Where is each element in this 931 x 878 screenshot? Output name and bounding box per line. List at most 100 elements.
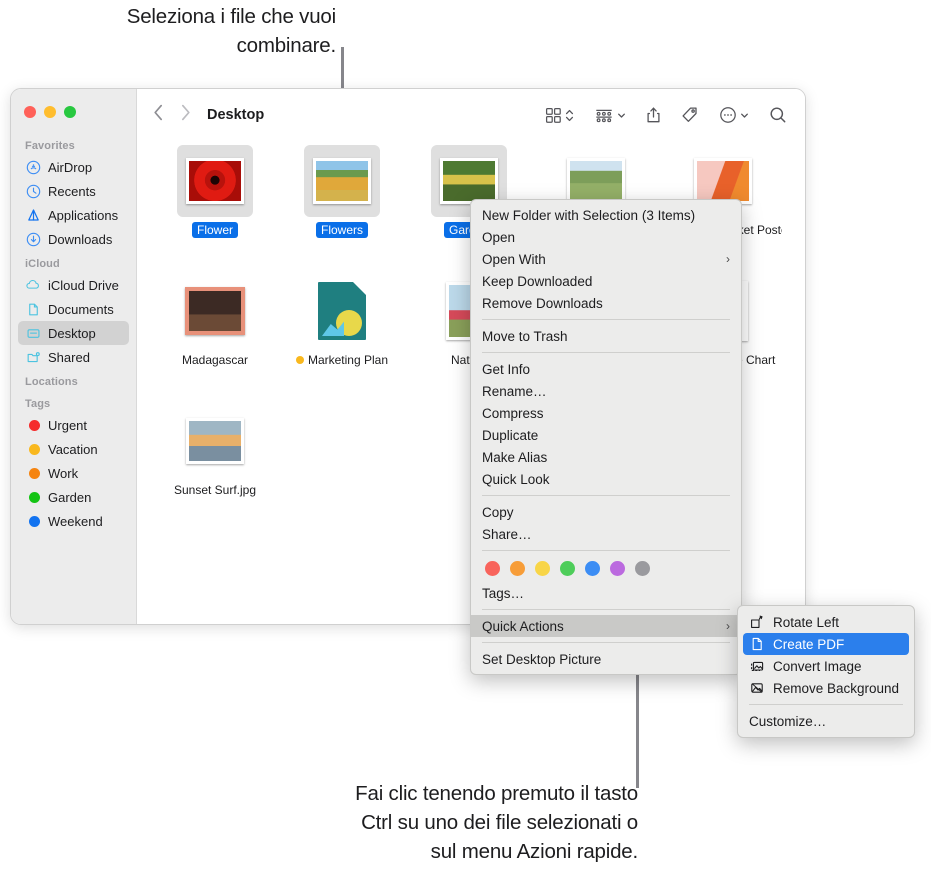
icon-view-button[interactable] — [545, 107, 574, 124]
search-icon[interactable] — [769, 106, 787, 124]
sidebar-item-label: AirDrop — [48, 159, 93, 175]
file-item[interactable]: Flower — [151, 145, 279, 243]
tag-swatch-yellow[interactable] — [535, 561, 550, 576]
menu-item-set-desktop-picture[interactable]: Set Desktop Picture — [471, 648, 741, 670]
menu-separator — [482, 550, 730, 551]
sidebar-item-icloud-drive[interactable]: iCloud Drive — [18, 273, 129, 297]
tag-swatch-gray[interactable] — [635, 561, 650, 576]
file-thumbnail — [177, 275, 253, 347]
sidebar-item-label: iCloud Drive — [48, 277, 119, 293]
submenu-item-label: Remove Background — [773, 680, 900, 696]
toolbar-actions — [545, 106, 787, 124]
menu-item-share[interactable]: Share… — [471, 523, 741, 545]
downloads-icon — [25, 231, 41, 247]
file-thumbnail — [304, 275, 380, 347]
file-item[interactable]: Sunset Surf.jpg — [151, 405, 279, 503]
chevron-right-icon: › — [726, 252, 730, 266]
file-label[interactable]: Flower — [191, 222, 238, 238]
chevron-right-icon: › — [726, 619, 730, 633]
document-icon — [25, 301, 41, 317]
sidebar-item-label: Shared — [48, 349, 90, 365]
sidebar-group-icloud-title: iCloud — [25, 258, 60, 270]
rotate-left-icon — [749, 615, 765, 629]
menu-item-tags[interactable]: Tags… — [471, 582, 741, 604]
finder-toolbar: Desktop — [137, 89, 805, 141]
menu-item-rename[interactable]: Rename… — [471, 380, 741, 402]
submenu-item-label: Create PDF — [773, 636, 845, 652]
tag-dot-icon — [25, 513, 41, 529]
menu-item-get-info[interactable]: Get Info — [471, 358, 741, 380]
minimize-button[interactable] — [44, 106, 56, 118]
back-button[interactable] — [153, 104, 164, 126]
menu-item-duplicate[interactable]: Duplicate — [471, 424, 741, 446]
finder-sidebar: Favorites AirDrop Recents Applications D… — [11, 89, 137, 624]
file-label[interactable]: Flowers — [315, 222, 368, 238]
submenu-item-customize[interactable]: Customize… — [743, 710, 909, 732]
applications-icon — [25, 207, 41, 223]
menu-item-quick-look[interactable]: Quick Look — [471, 468, 741, 490]
sidebar-item-tag-garden[interactable]: Garden — [18, 485, 129, 509]
close-button[interactable] — [24, 106, 36, 118]
submenu-item-remove-background[interactable]: Remove Background — [743, 677, 909, 699]
menu-item-compress[interactable]: Compress — [471, 402, 741, 424]
submenu-item-create-pdf[interactable]: Create PDF — [743, 633, 909, 655]
sidebar-item-airdrop[interactable]: AirDrop — [18, 155, 129, 179]
sidebar-item-tag-urgent[interactable]: Urgent — [18, 413, 129, 437]
menu-item-move-to-trash[interactable]: Move to Trash — [471, 325, 741, 347]
tag-swatch-purple[interactable] — [610, 561, 625, 576]
tag-dot-icon — [25, 465, 41, 481]
tag-icon[interactable] — [681, 106, 699, 124]
menu-separator — [482, 495, 730, 496]
sidebar-item-desktop[interactable]: Desktop — [18, 321, 129, 345]
share-button[interactable] — [646, 106, 661, 124]
menu-item-remove-downloads[interactable]: Remove Downloads — [471, 292, 741, 314]
nav-buttons — [153, 104, 191, 126]
forward-button[interactable] — [180, 104, 191, 126]
tag-swatch-green[interactable] — [560, 561, 575, 576]
sidebar-item-applications[interactable]: Applications — [18, 203, 129, 227]
sidebar-item-downloads[interactable]: Downloads — [18, 227, 129, 251]
desktop-icon — [25, 325, 41, 341]
tag-dot-icon — [25, 441, 41, 457]
sidebar-item-tag-work[interactable]: Work — [18, 461, 129, 485]
sidebar-item-documents[interactable]: Documents — [18, 297, 129, 321]
shared-folder-icon — [25, 349, 41, 365]
submenu-item-rotate-left[interactable]: Rotate Left — [743, 611, 909, 633]
breadcrumb[interactable]: Desktop — [207, 107, 264, 123]
sidebar-item-recents[interactable]: Recents — [18, 179, 129, 203]
tag-swatch-orange[interactable] — [510, 561, 525, 576]
group-by-button[interactable] — [594, 107, 626, 124]
airdrop-icon — [25, 159, 41, 175]
tag-swatch-blue[interactable] — [585, 561, 600, 576]
sidebar-item-shared[interactable]: Shared — [18, 345, 129, 369]
file-item[interactable]: Flowers — [278, 145, 406, 243]
file-label[interactable]: Madagascar — [177, 352, 253, 368]
menu-item-open-with[interactable]: Open With › — [471, 248, 741, 270]
cloud-icon — [25, 277, 41, 293]
tag-swatch-red[interactable] — [485, 561, 500, 576]
tag-color-swatches — [471, 556, 741, 582]
sidebar-item-label: Recents — [48, 183, 96, 199]
submenu-item-convert-image[interactable]: Convert Image — [743, 655, 909, 677]
file-label[interactable]: Marketing Plan — [291, 352, 393, 368]
sidebar-group-favorites-title: Favorites — [25, 140, 75, 152]
menu-item-quick-actions[interactable]: Quick Actions › — [471, 615, 741, 637]
zoom-button[interactable] — [64, 106, 76, 118]
more-actions-button[interactable] — [719, 106, 749, 124]
menu-item-new-folder-with-selection[interactable]: New Folder with Selection (3 Items) — [471, 204, 741, 226]
menu-item-copy[interactable]: Copy — [471, 501, 741, 523]
menu-separator — [482, 609, 730, 610]
quick-actions-submenu: Rotate Left Create PDF Convert Image Rem… — [737, 605, 915, 738]
sidebar-item-tag-weekend[interactable]: Weekend — [18, 509, 129, 533]
file-thumbnail — [304, 145, 380, 217]
menu-item-keep-downloaded[interactable]: Keep Downloaded — [471, 270, 741, 292]
menu-item-open[interactable]: Open — [471, 226, 741, 248]
menu-item-make-alias[interactable]: Make Alias — [471, 446, 741, 468]
sidebar-item-label: Vacation — [48, 441, 98, 457]
file-label[interactable]: Sunset Surf.jpg — [169, 482, 261, 498]
submenu-separator — [749, 704, 903, 705]
sidebar-item-tag-vacation[interactable]: Vacation — [18, 437, 129, 461]
file-item[interactable]: Madagascar — [151, 275, 279, 373]
file-item[interactable]: Marketing Plan — [278, 275, 406, 373]
bottom-instruction-caption: Fai clic tenendo premuto il tasto Ctrl s… — [355, 782, 638, 863]
